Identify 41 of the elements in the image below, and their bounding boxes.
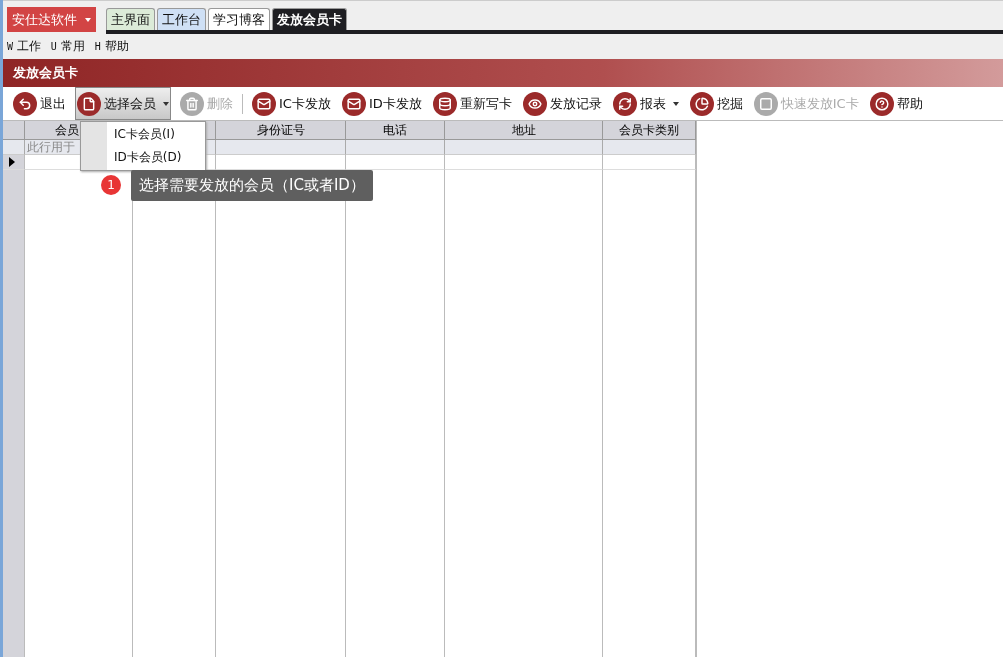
filter-cell[interactable]	[216, 140, 346, 155]
menu-item[interactable]: H 帮助	[94, 38, 129, 55]
menu-item[interactable]: U 常用	[50, 38, 85, 55]
tab[interactable]: 工作台	[157, 8, 206, 30]
menu-item[interactable]: W 工作	[7, 38, 41, 55]
swap-icon	[612, 91, 637, 116]
column-header[interactable]: 电话	[346, 121, 445, 140]
row-header	[3, 140, 25, 155]
app-menu-button[interactable]: 安仕达软件	[7, 7, 96, 32]
row-pointer-icon	[9, 157, 15, 167]
filter-cell[interactable]	[445, 140, 603, 155]
hint-tooltip: 选择需要发放的会员（IC或者ID）	[131, 170, 373, 201]
toolbar-button[interactable]: IC卡发放	[250, 87, 333, 120]
envelope-icon	[341, 91, 366, 116]
pie-icon	[689, 91, 714, 116]
tab[interactable]: 发放会员卡	[272, 8, 347, 30]
toolbar-button[interactable]: 挖掘	[687, 87, 745, 120]
filter-cell[interactable]	[346, 140, 445, 155]
undo-icon	[13, 91, 37, 116]
filter-cell[interactable]	[603, 140, 696, 155]
file-icon	[77, 91, 101, 116]
column-header[interactable]: 地址	[445, 121, 603, 140]
database-icon	[432, 91, 457, 116]
toolbar-button[interactable]: 选择会员	[75, 87, 171, 120]
eye-icon	[522, 91, 547, 116]
toolbar-button[interactable]: 帮助	[867, 87, 925, 120]
column-header[interactable]: 会员卡类别	[603, 121, 696, 140]
toolbar-button[interactable]: 报表	[610, 87, 681, 120]
tab[interactable]: 学习博客	[208, 8, 270, 30]
toolbar-button[interactable]: 发放记录	[520, 87, 604, 120]
envelope-icon	[252, 91, 276, 116]
frame-icon	[753, 91, 778, 116]
toolbar-button[interactable]: 重新写卡	[430, 87, 514, 120]
panel-title: 发放会员卡	[3, 59, 1003, 87]
grid-corner	[3, 121, 25, 140]
column-header[interactable]: 身份证号	[216, 121, 346, 140]
tab[interactable]: 主界面	[106, 8, 155, 30]
trash-icon	[180, 91, 204, 116]
toolbar-button[interactable]: 退出	[11, 87, 68, 120]
toolbar-button[interactable]: ID卡发放	[339, 87, 424, 120]
help-icon	[869, 91, 894, 116]
